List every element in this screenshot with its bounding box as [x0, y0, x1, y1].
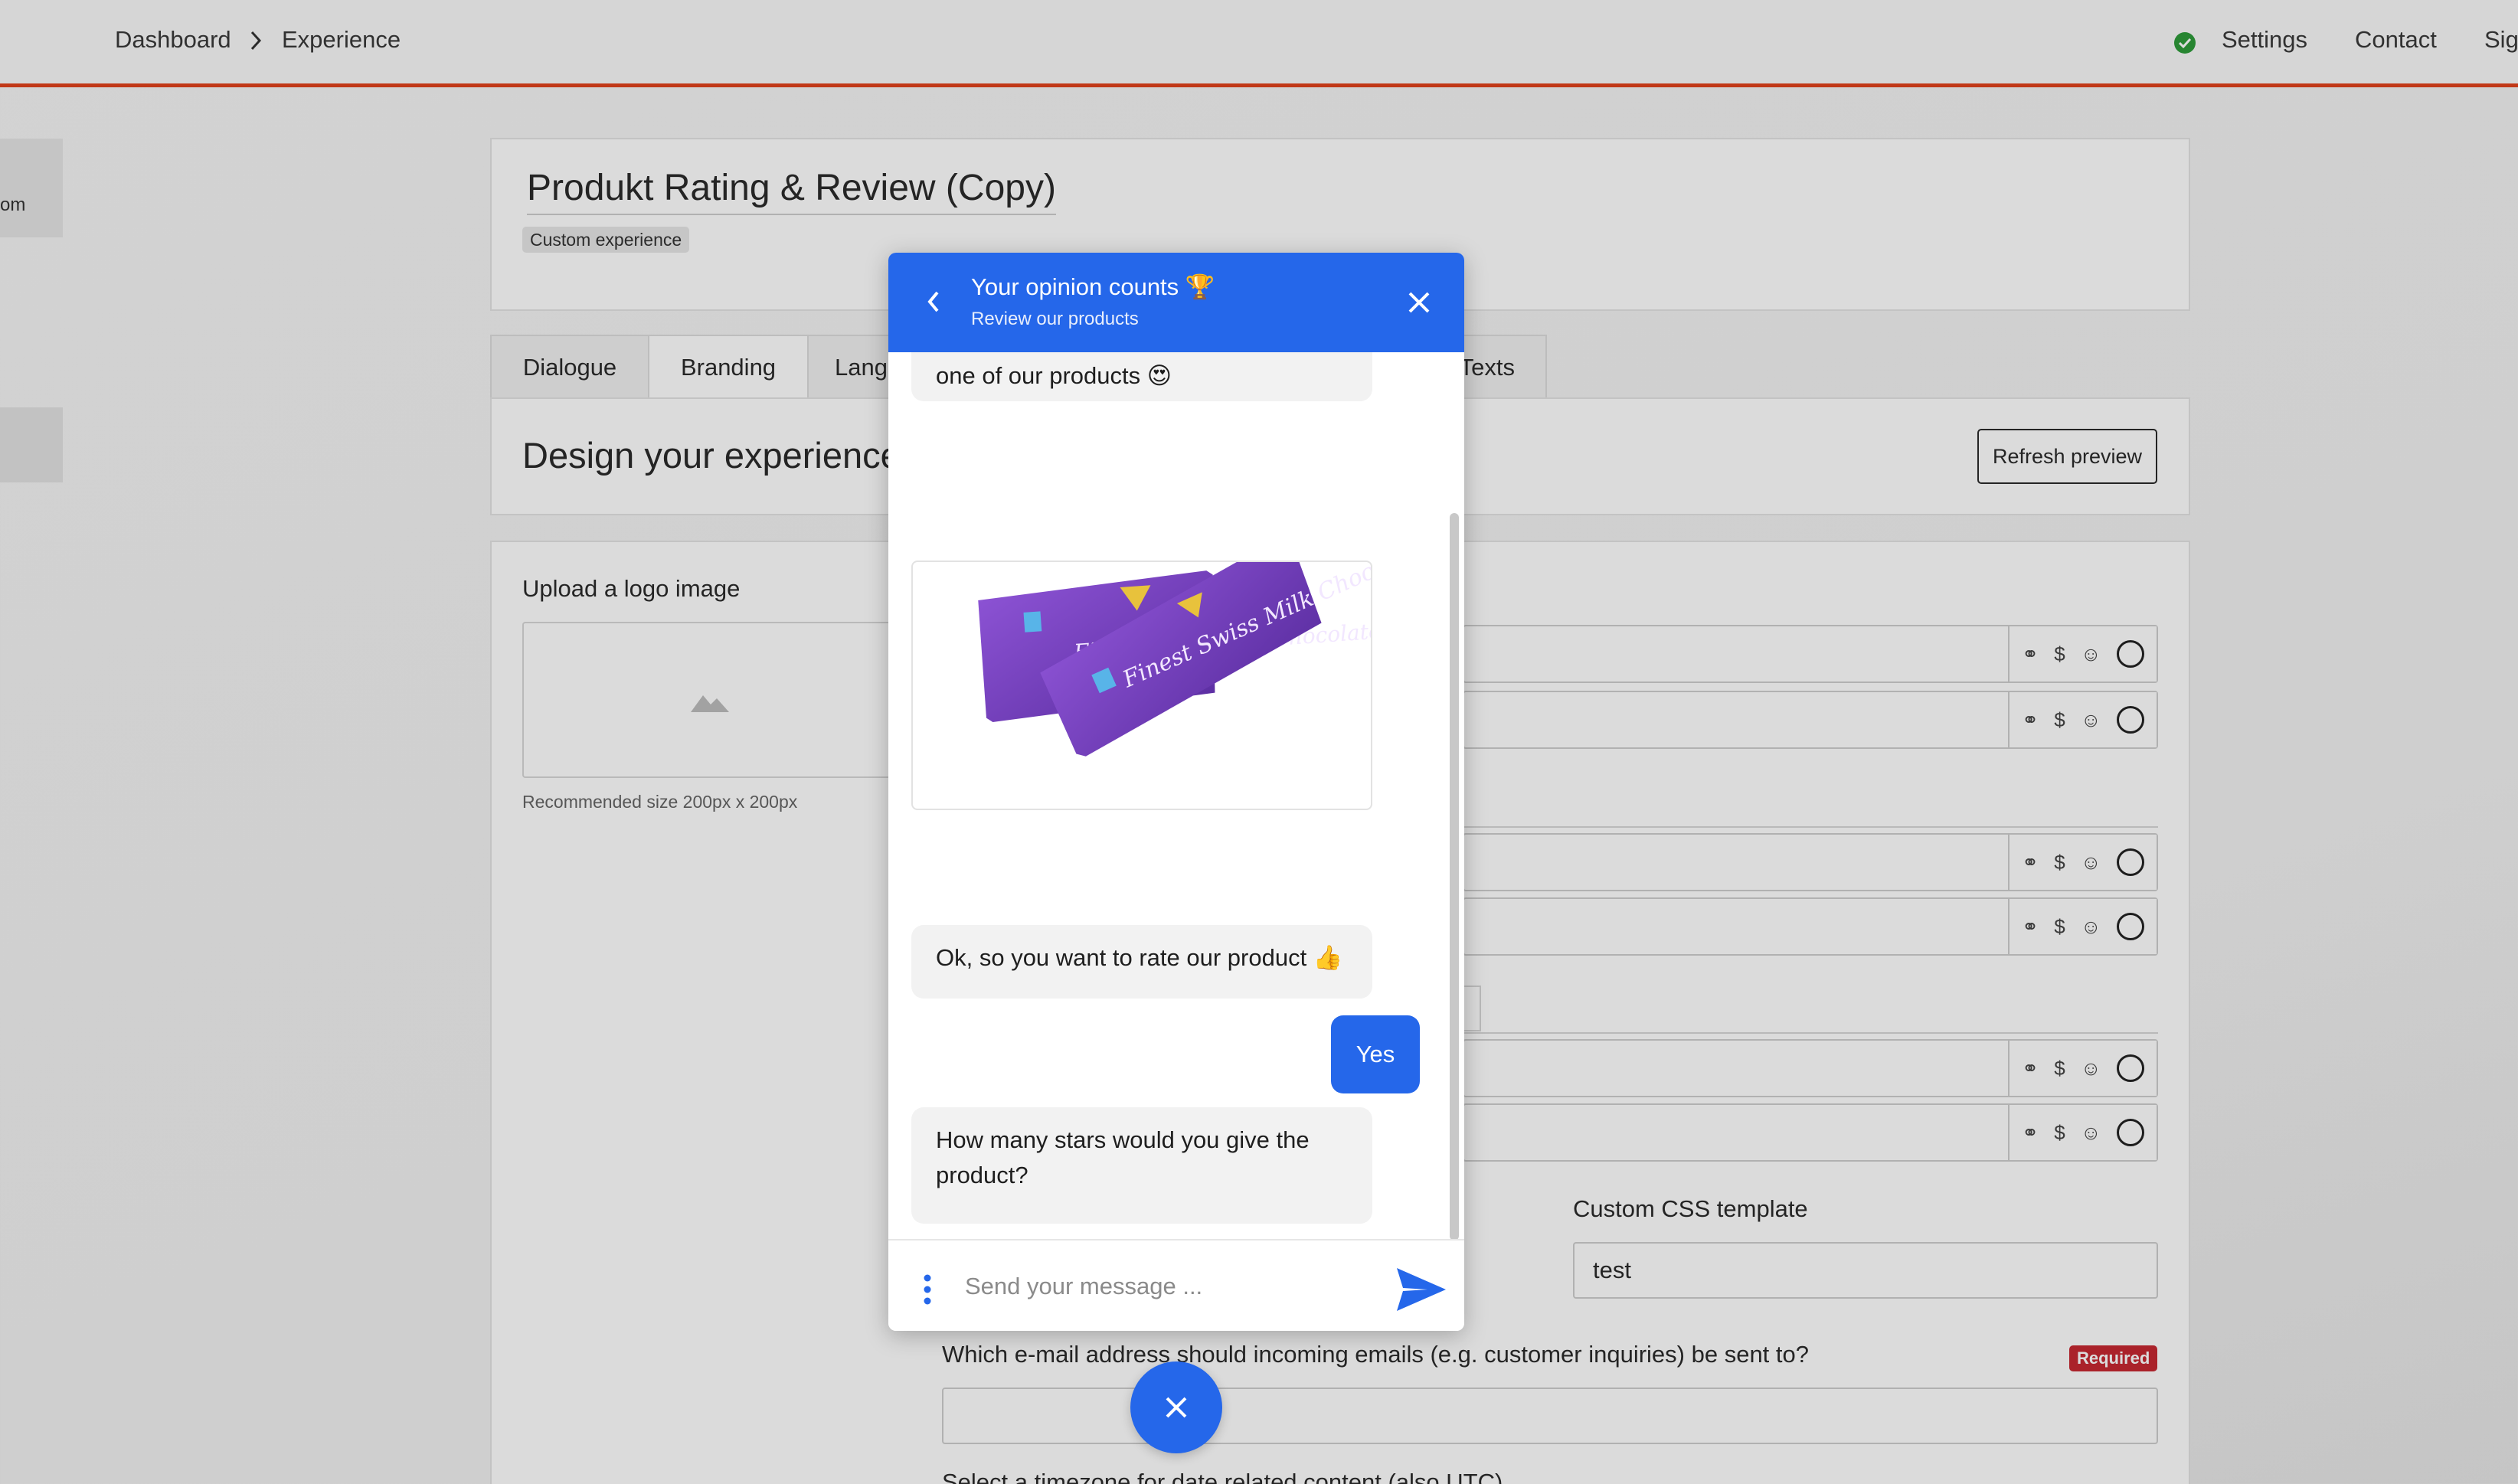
product-image-card[interactable]: Finest Swiss Milk Chocolate Finest Swiss… — [911, 534, 1431, 812]
user-message-text: Yes — [1355, 1041, 1395, 1067]
bot-message: one of our products 😍 — [911, 352, 1372, 401]
bot-message-text: How many stars would you give the produc… — [936, 1126, 1310, 1188]
message-input[interactable] — [965, 1265, 1348, 1308]
chat-subtitle: Review our products — [971, 309, 1139, 329]
user-message: Yes — [1331, 1015, 1420, 1093]
chat-title: Your opinion counts 🏆 — [971, 273, 1215, 300]
back-arrow-icon[interactable] — [925, 288, 942, 319]
bot-message-text: one of our products 😍 — [936, 362, 1172, 389]
send-icon[interactable] — [1397, 1268, 1446, 1315]
bot-message: Ok, so you want to rate our product 👍 — [911, 925, 1372, 999]
close-icon[interactable] — [1406, 289, 1432, 319]
bot-message: How many stars would you give the produc… — [911, 1107, 1372, 1224]
more-options-icon[interactable] — [924, 1274, 931, 1309]
chat-messages[interactable]: one of our products 😍 Finest Swi — [888, 352, 1464, 1233]
chat-toggle-button[interactable] — [1130, 1361, 1222, 1453]
chat-widget: Your opinion counts 🏆 Review our product… — [888, 253, 1464, 1331]
chat-scrollbar[interactable] — [1450, 513, 1459, 1240]
chocolate-bars-image: Finest Swiss Milk Chocolate Finest Swiss… — [913, 534, 1431, 812]
chat-header: Your opinion counts 🏆 Review our product… — [888, 253, 1464, 352]
bot-message-text: Ok, so you want to rate our product 👍 — [936, 944, 1343, 971]
close-icon — [1166, 1397, 1187, 1418]
chat-composer — [888, 1239, 1464, 1331]
